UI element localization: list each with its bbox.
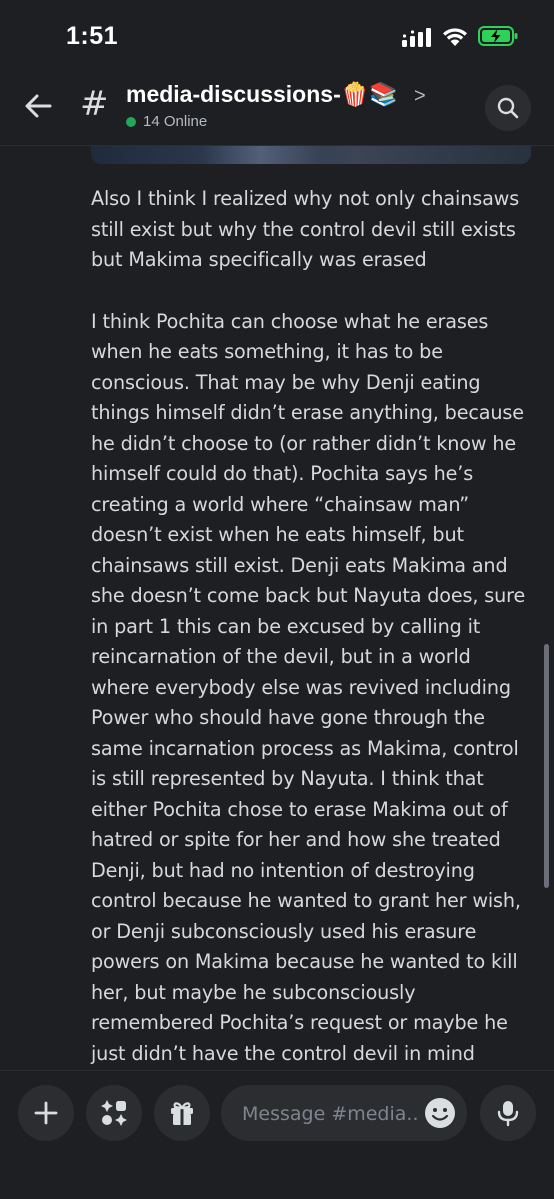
message-list[interactable]: Also I think I realized why not only cha… [0, 146, 554, 1070]
status-bar: 1:51 [0, 0, 554, 72]
composer-bar [0, 1070, 554, 1199]
attachment-image-detail [201, 146, 321, 164]
status-time: 1:51 [66, 22, 119, 50]
gift-icon [171, 1102, 193, 1125]
search-icon [497, 97, 519, 119]
image-attachment[interactable] [91, 146, 531, 164]
plus-icon [34, 1101, 58, 1125]
channel-name[interactable]: media-discussions-🍿📚 [126, 81, 398, 108]
battery-charging-icon [478, 26, 518, 46]
apps-button[interactable] [86, 1085, 142, 1141]
channel-header: # media-discussions-🍿📚 > 14 Online [0, 72, 554, 146]
message-paragraph: I think Pochita can choose what he erase… [91, 309, 526, 1065]
voice-message-button[interactable] [480, 1085, 536, 1141]
message-input-container[interactable] [221, 1085, 467, 1143]
microphone-icon [497, 1101, 519, 1127]
chevron-right-icon[interactable]: > [414, 85, 426, 108]
scrollbar[interactable] [544, 644, 549, 888]
message-input[interactable] [240, 1085, 424, 1143]
online-dot-icon [126, 116, 136, 127]
online-status: 14 Online [126, 113, 207, 130]
hash-icon: # [80, 84, 109, 124]
back-arrow-icon[interactable] [22, 90, 54, 122]
apps-icon [101, 1100, 127, 1126]
cellular-signal-icon [402, 28, 431, 47]
message-body: Also I think I realized why not only cha… [91, 184, 531, 1070]
wifi-icon [443, 28, 467, 46]
gift-button[interactable] [154, 1085, 210, 1141]
add-button[interactable] [18, 1085, 74, 1141]
search-button[interactable] [485, 85, 531, 131]
emoji-icon[interactable] [424, 1097, 456, 1129]
message-paragraph: Also I think I realized why not only cha… [91, 187, 520, 271]
online-count: 14 Online [143, 113, 208, 130]
screen: 1:51 # media-discussions-🍿📚 > 14 Online … [0, 0, 554, 1199]
